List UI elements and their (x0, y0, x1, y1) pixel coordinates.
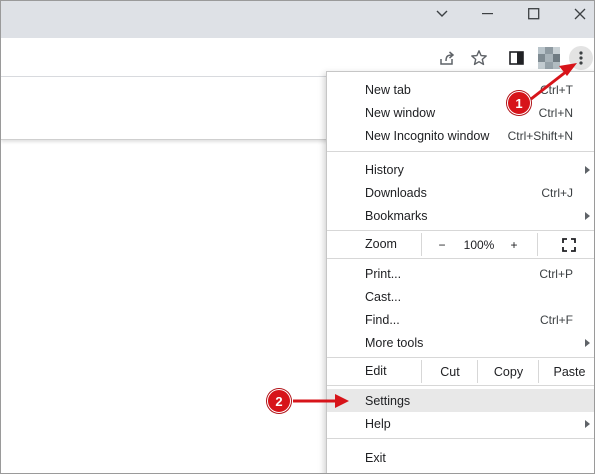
browser-window: New tab Ctrl+T New window Ctrl+N New Inc… (0, 0, 595, 474)
annotation-overlay (293, 63, 577, 408)
step-number: 1 (515, 95, 523, 111)
step-number: 2 (275, 393, 283, 409)
step-badge-1: 1 (507, 91, 531, 115)
annotation-arrow-1 (530, 69, 568, 101)
annotation-arrowhead-2 (335, 394, 349, 408)
step-badge-2: 2 (267, 389, 291, 413)
